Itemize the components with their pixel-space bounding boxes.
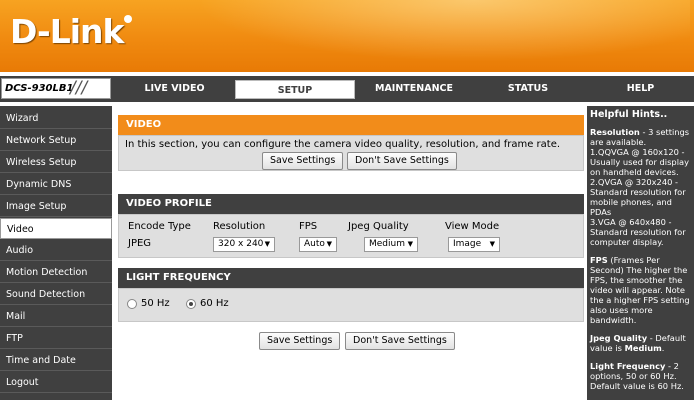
bottom-save-settings-button[interactable]: Save Settings — [259, 332, 341, 350]
radio-50hz-label: 50 Hz — [141, 298, 170, 309]
hint-jpeg-quality-title: Jpeg Quality — [590, 333, 648, 343]
sidebar-item-network-setup[interactable]: Network Setup — [0, 130, 112, 151]
hints-title: Helpful Hints.. — [590, 109, 668, 120]
video-section: VIDEO In this section, you can configure… — [118, 115, 584, 171]
light-frequency-title: LIGHT FREQUENCY — [118, 268, 584, 288]
save-settings-button[interactable]: Save Settings — [262, 152, 344, 170]
hint-resolution-qqvga: 1.QQVGA @ 160x120 - Usually used for dis… — [590, 147, 689, 177]
fps-header: FPS — [299, 221, 318, 232]
tab-help[interactable]: HELP — [587, 76, 694, 102]
sidebar-item-sound-detection[interactable]: Sound Detection — [0, 284, 112, 305]
view-mode-select[interactable]: Image ▼ — [448, 237, 500, 252]
hint-resolution-qvga: 2.QVGA @ 320x240 - Standard resolution f… — [590, 177, 686, 217]
model-slash-decoration: /// — [70, 78, 88, 98]
tab-live-video[interactable]: LIVE VIDEO — [118, 76, 231, 102]
resolution-select[interactable]: 320 x 240 ▼ — [213, 237, 275, 252]
hint-resolution: Resolution - 3 settings are available. 1… — [590, 127, 690, 247]
radio-60hz[interactable] — [186, 299, 196, 309]
resolution-header: Resolution — [213, 221, 266, 232]
brand-banner: D-Link — [0, 0, 694, 72]
jpeg-quality-value: Medium — [369, 239, 405, 249]
encode-type-header: Encode Type — [128, 221, 191, 232]
hint-light-frequency-title: Light Frequency — [590, 361, 666, 371]
tab-status[interactable]: STATUS — [472, 76, 584, 102]
model-name: DCS-930LB1 — [5, 83, 74, 94]
tab-setup[interactable]: SETUP — [235, 80, 355, 99]
dont-save-settings-button[interactable]: Don't Save Settings — [347, 152, 457, 170]
dropdown-arrow-icon: ▼ — [407, 240, 413, 248]
hint-fps-title: FPS — [590, 255, 608, 265]
fps-select[interactable]: Auto ▼ — [299, 237, 337, 252]
sidebar: Wizard Network Setup Wireless Setup Dyna… — [0, 106, 112, 400]
jpeg-quality-select[interactable]: Medium ▼ — [364, 237, 418, 252]
sidebar-item-logout[interactable]: Logout — [0, 372, 112, 393]
sidebar-item-mail[interactable]: Mail — [0, 306, 112, 327]
model-badge: DCS-930LB1 /// — [1, 78, 111, 99]
dropdown-arrow-icon: ▼ — [489, 240, 495, 248]
video-profile-title: VIDEO PROFILE — [118, 194, 584, 214]
dropdown-arrow-icon: ▼ — [264, 240, 270, 248]
fps-value: Auto — [304, 239, 325, 249]
sidebar-item-audio[interactable]: Audio — [0, 240, 112, 261]
sidebar-item-wireless-setup[interactable]: Wireless Setup — [0, 152, 112, 173]
sidebar-item-dynamic-dns[interactable]: Dynamic DNS — [0, 174, 112, 195]
video-profile-section: VIDEO PROFILE Encode Type Resolution FPS… — [118, 194, 584, 258]
resolution-value: 320 x 240 — [218, 239, 264, 249]
encode-type-value: JPEG — [128, 238, 152, 249]
video-description: In this section, you can configure the c… — [125, 139, 561, 150]
view-mode-value: Image — [453, 239, 482, 249]
hint-fps: FPS (Frames Per Second) The higher the F… — [590, 255, 690, 325]
sidebar-item-ftp[interactable]: FTP — [0, 328, 112, 349]
bottom-dont-save-settings-button[interactable]: Don't Save Settings — [345, 332, 455, 350]
jpeg-quality-header: Jpeg Quality — [348, 221, 409, 232]
sidebar-item-time-and-date[interactable]: Time and Date — [0, 350, 112, 371]
sidebar-item-motion-detection[interactable]: Motion Detection — [0, 262, 112, 283]
dlink-logo: D-Link — [10, 12, 133, 51]
light-frequency-section: LIGHT FREQUENCY 50 Hz 60 Hz — [118, 268, 584, 322]
radio-50hz[interactable] — [127, 299, 137, 309]
hint-light-frequency: Light Frequency - 2 options, 50 or 60 Hz… — [590, 361, 684, 391]
dropdown-arrow-icon: ▼ — [326, 240, 332, 248]
sidebar-item-image-setup[interactable]: Image Setup — [0, 196, 112, 217]
hint-jpeg-quality: Jpeg Quality - Default value is Medium. — [590, 333, 686, 353]
hint-resolution-title: Resolution — [590, 127, 640, 137]
tab-maintenance[interactable]: MAINTENANCE — [358, 76, 470, 102]
sidebar-item-video[interactable]: Video — [0, 218, 112, 239]
radio-60hz-label: 60 Hz — [200, 298, 229, 309]
sidebar-item-wizard[interactable]: Wizard — [0, 108, 112, 129]
helpful-hints-panel: Helpful Hints.. Resolution - 3 settings … — [587, 106, 694, 400]
hint-resolution-vga: 3.VGA @ 640x480 - Standard resolution fo… — [590, 217, 686, 247]
video-section-title: VIDEO — [118, 115, 584, 135]
view-mode-header: View Mode — [445, 221, 500, 232]
